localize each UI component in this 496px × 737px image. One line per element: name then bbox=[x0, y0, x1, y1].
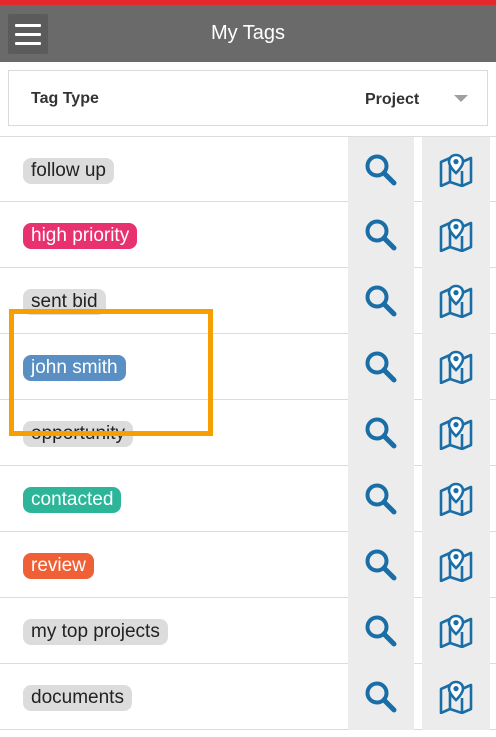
tag-list: follow up high priority sent bid john smith… bbox=[0, 136, 496, 730]
tag-chip[interactable]: john smith bbox=[23, 355, 126, 381]
tag-row[interactable]: high priority bbox=[0, 202, 496, 268]
page-title: My Tags bbox=[210, 22, 286, 44]
tag-row[interactable]: follow up bbox=[0, 136, 496, 203]
tag-type-label: Tag Type bbox=[31, 90, 99, 107]
map-pin-icon[interactable] bbox=[422, 137, 490, 203]
tag-row[interactable]: contacted bbox=[0, 466, 496, 532]
tag-row[interactable]: opportunity bbox=[0, 400, 496, 466]
search-icon[interactable] bbox=[348, 268, 414, 334]
tag-row[interactable]: review bbox=[0, 532, 496, 598]
search-icon[interactable] bbox=[348, 137, 414, 203]
map-pin-icon[interactable] bbox=[422, 532, 490, 598]
search-icon[interactable] bbox=[348, 664, 414, 730]
map-pin-icon[interactable] bbox=[422, 664, 490, 730]
tag-chip[interactable]: sent bid bbox=[23, 289, 106, 315]
search-icon[interactable] bbox=[348, 532, 414, 598]
map-pin-icon[interactable] bbox=[422, 598, 490, 664]
map-pin-icon[interactable] bbox=[422, 202, 490, 268]
tag-row[interactable]: documents bbox=[0, 664, 496, 730]
search-icon[interactable] bbox=[348, 334, 414, 400]
tag-row[interactable]: john smith bbox=[0, 334, 496, 400]
app-header: My Tags bbox=[0, 5, 496, 62]
tag-chip[interactable]: opportunity bbox=[23, 421, 134, 447]
map-pin-icon[interactable] bbox=[422, 466, 490, 532]
tag-chip[interactable]: my top projects bbox=[23, 619, 168, 645]
map-pin-icon[interactable] bbox=[422, 400, 490, 466]
map-pin-icon[interactable] bbox=[422, 334, 490, 400]
tag-chip[interactable]: follow up bbox=[23, 158, 114, 184]
tag-chip[interactable]: review bbox=[23, 553, 94, 579]
map-pin-icon[interactable] bbox=[422, 268, 490, 334]
chevron-down-icon[interactable] bbox=[454, 95, 468, 102]
tag-row[interactable]: sent bid bbox=[0, 268, 496, 334]
hamburger-menu-icon[interactable] bbox=[8, 14, 48, 54]
tag-chip[interactable]: contacted bbox=[23, 487, 122, 513]
search-icon[interactable] bbox=[348, 466, 414, 532]
search-icon[interactable] bbox=[348, 202, 414, 268]
tag-chip[interactable]: documents bbox=[23, 685, 132, 711]
search-icon[interactable] bbox=[348, 400, 414, 466]
tag-row[interactable]: my top projects bbox=[0, 598, 496, 664]
search-icon[interactable] bbox=[348, 598, 414, 664]
tag-filter-bar: Tag Type Project bbox=[8, 70, 488, 126]
tag-chip[interactable]: high priority bbox=[23, 223, 138, 249]
project-dropdown-label[interactable]: Project bbox=[365, 71, 419, 129]
